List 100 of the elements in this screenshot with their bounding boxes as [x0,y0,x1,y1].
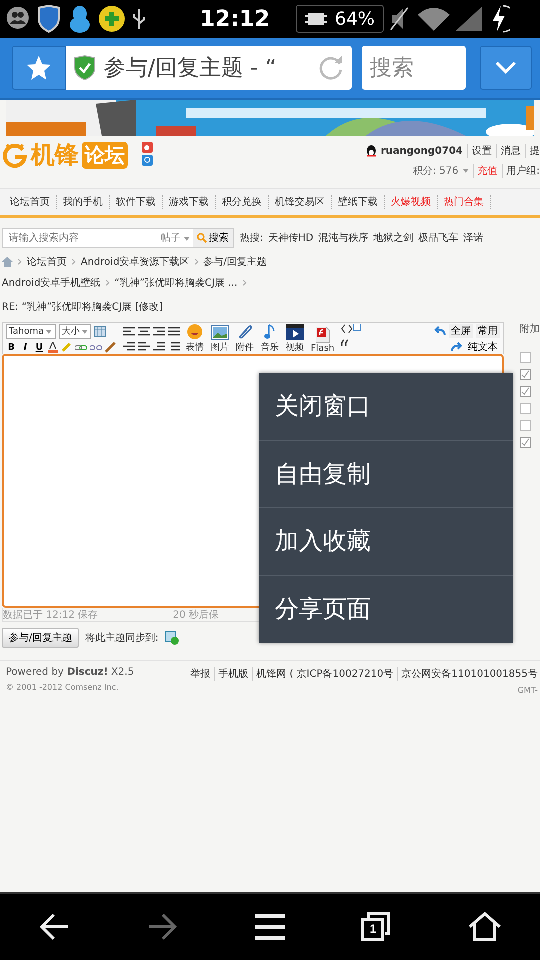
bookmark-button[interactable] [12,46,66,90]
menu-item[interactable]: 加入收藏 [259,508,513,576]
format-button[interactable]: I [20,342,31,352]
menu-button[interactable] [254,913,285,941]
panel-title: 附加 [520,322,540,336]
caret-icon [462,169,469,173]
hot-search-link[interactable]: 泽诺 [464,231,484,245]
breadcrumb-link[interactable]: 论坛首页 [27,255,67,269]
unlink-icon [90,342,102,352]
media-button[interactable]: 表情 [186,324,204,354]
address-field[interactable]: 参与/回复主题 - “ [66,46,352,90]
sync-label: 将此主题同步到: [85,632,159,645]
usb-icon [132,7,146,31]
username-link[interactable]: ruangong0704 [380,146,463,156]
menu-item[interactable]: 自由复制 [259,440,513,508]
nav-link[interactable]: 我的手机 [57,195,110,209]
tencent-icon [142,155,153,166]
nav-link[interactable]: 积分兑换 [216,195,269,209]
chip-icon [305,11,328,27]
tabs-icon [361,912,392,942]
breadcrumb-link[interactable]: “乳神”张优即将胸袭CJ展 ... [114,276,238,290]
fullscreen-button[interactable]: 全屏 [449,324,473,338]
reply-title: RE: “乳神”张优即将胸袭CJ展 [修改] [1,300,164,314]
scope-dropdown[interactable]: 帖子 [158,231,193,245]
user-link[interactable]: 设置 [467,144,492,158]
tabs-button[interactable]: 1 [361,912,392,942]
checkbox[interactable] [520,403,531,414]
forward-icon [146,911,179,943]
dropdown-button[interactable] [480,46,532,90]
redo-icon [451,342,463,352]
quote-icon [340,339,349,347]
media-button[interactable]: 附件 [236,324,254,354]
checkbox[interactable] [520,369,531,380]
hot-search-link[interactable]: 混沌与秩序 [318,231,369,245]
numbered-list-icon [153,342,165,351]
breadcrumb-link[interactable]: 参与/回复主题 [204,255,268,269]
battery-indicator: 64% [296,5,384,33]
media-button[interactable]: 视频 [286,324,304,354]
table-icon [94,326,106,337]
size-select[interactable]: 大小 [59,324,91,339]
nav-link[interactable]: 壁纸下载 [332,195,385,209]
align-right-icon [153,327,165,336]
points-link[interactable]: 积分: 576 [412,164,459,178]
menu-icon [254,913,285,941]
checkbox[interactable] [520,352,531,363]
reload-icon [318,55,344,81]
media-button[interactable]: Flash [311,327,335,354]
format-button[interactable]: B [6,342,17,352]
star-icon [26,55,52,81]
nav-link[interactable]: 火爆视频 [385,195,438,209]
checkbox[interactable] [520,437,531,448]
brush-icon [105,342,117,353]
nav-link[interactable]: 机锋交易区 [269,195,332,209]
breadcrumb-link[interactable]: Android安卓资源下载区 [81,255,190,269]
justify-icon [168,327,180,336]
font-select[interactable]: Tahoma [6,324,56,339]
timezone-text: GMT- [518,686,538,695]
nav-link[interactable]: 论坛首页 [4,195,57,209]
search-button[interactable]: 搜索 [193,229,233,247]
menu-item[interactable]: 分享页面 [259,576,513,643]
home-button[interactable] [468,912,502,942]
plain-text-button[interactable]: 纯文本 [466,340,500,354]
indent-icon [123,342,135,351]
home-icon [2,257,13,267]
footer-link[interactable]: 机锋网 ( 京ICP备10027210号 [252,667,394,681]
plus-circle-icon [98,5,126,33]
autosave-status: 20 秒后保 [173,608,219,621]
caret-icon [82,330,88,334]
media-button[interactable]: 图片 [211,325,229,354]
recharge-link[interactable]: 充值 [472,164,498,178]
penguin-icon [366,145,377,157]
home-icon [468,912,502,942]
nav-link[interactable]: 游戏下载 [163,195,216,209]
user-group-label: 用户组: [502,164,540,178]
format-button[interactable]: U [34,342,45,352]
reply-button[interactable]: 参与/回复主题 [2,628,80,648]
hot-search-link[interactable]: 天神传HD [268,231,314,245]
checkbox[interactable] [520,386,531,397]
user-link[interactable]: 消息 [496,144,521,158]
hot-search-link[interactable]: 地狱之剑 [374,231,414,245]
text-color-icon [48,342,58,353]
nav-link[interactable]: 软件下载 [110,195,163,209]
back-button[interactable] [38,911,70,943]
user-link[interactable]: 提 [525,144,540,158]
checkbox[interactable] [520,420,531,431]
nav-link[interactable]: 热门合集 [438,195,491,209]
breadcrumb-link[interactable]: Android安卓手机壁纸 [2,276,101,290]
search-field[interactable]: 搜索 [362,46,466,90]
media-button[interactable]: 音乐 [261,324,279,354]
forum-search-field[interactable]: 请输入搜索内容 帖子 搜索 [2,228,234,248]
highlighter-icon [61,342,72,353]
common-button[interactable]: 常用 [476,324,500,338]
footer-link[interactable]: 手机版 [214,667,249,681]
music-note-icon [264,324,276,340]
footer-link[interactable]: 举报 [190,667,211,681]
footer-link[interactable]: 京公网安备110101001855号 [396,667,538,681]
smiley-icon [187,324,203,340]
menu-item[interactable]: 关闭窗口 [259,373,513,440]
weibo-icon [142,142,153,153]
hot-search-link[interactable]: 极品飞车 [418,231,459,245]
